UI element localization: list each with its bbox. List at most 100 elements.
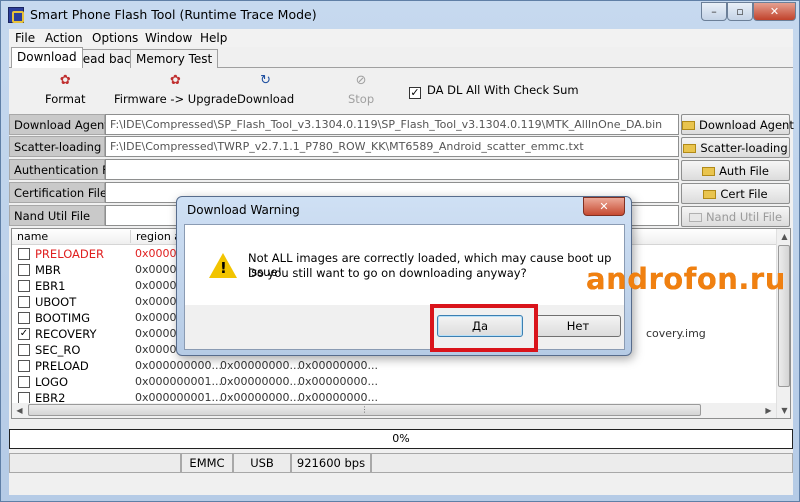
menu-options[interactable]: Options <box>92 31 138 45</box>
firmware-upgrade-button[interactable]: ✿ Firmware -> Upgrade <box>114 73 237 106</box>
scroll-left-icon[interactable]: ◀ <box>12 403 27 418</box>
auth-file-label: Authentication File <box>9 159 121 180</box>
cert-file-label: Certification File <box>9 182 107 203</box>
scatter-file-field[interactable]: F:\IDE\Compressed\TWRP_v2.7.1.1_P780_ROW… <box>105 136 679 157</box>
download-button[interactable]: ↻ Download <box>237 73 294 106</box>
status-storage: EMMC <box>181 453 233 473</box>
window-title: Smart Phone Flash Tool (Runtime Trace Mo… <box>30 7 317 22</box>
download-icon: ↻ <box>260 73 272 88</box>
close-button[interactable]: ✕ <box>753 2 796 21</box>
vertical-scrollbar[interactable]: ▲ ▼ <box>776 229 790 418</box>
file-location: covery.img <box>646 327 706 340</box>
partition-name: RECOVERY <box>35 327 97 341</box>
scroll-down-icon[interactable]: ▼ <box>777 403 790 418</box>
row-checkbox[interactable] <box>18 280 30 292</box>
status-connection: USB <box>233 453 291 473</box>
stop-button[interactable]: ⊘ Stop <box>348 73 374 106</box>
partition-name: BOOTIMG <box>35 311 91 325</box>
row-checkbox[interactable] <box>18 312 30 324</box>
nand-util-file-label: Nand Util File <box>9 205 105 226</box>
table-row[interactable]: PRELOAD 0x000000000... 0x00000000... 0x0000… <box>12 358 776 374</box>
download-agent-button[interactable]: Download Agent <box>681 114 794 135</box>
menu-help[interactable]: Help <box>200 31 227 45</box>
da-checksum-checkbox[interactable]: ✓ DA DL All With Check Sum <box>409 83 579 99</box>
end-address: 0x00000000... <box>298 375 378 388</box>
app-icon <box>8 7 24 23</box>
row-checkbox[interactable] <box>18 264 30 276</box>
dialog-message-line2: Do you still want to go on downloading a… <box>248 266 527 280</box>
warning-icon: ! <box>209 253 237 278</box>
partition-name: UBOOT <box>35 295 77 309</box>
firmware-upgrade-label: Firmware -> Upgrade <box>114 92 237 106</box>
row-checkbox[interactable] <box>18 344 30 356</box>
scatter-loading-button-label: Scatter-loading <box>700 141 788 155</box>
status-bar: EMMC USB 921600 bps <box>9 453 793 475</box>
dialog-body: ! Not ALL images are correctly loaded, w… <box>184 224 625 350</box>
dialog-message-area: ! Not ALL images are correctly loaded, w… <box>185 225 624 305</box>
row-checkbox[interactable] <box>18 376 30 388</box>
nand-util-file-button[interactable]: Nand Util File <box>681 206 790 227</box>
progress-bar: 0% <box>9 429 793 449</box>
scatter-file-label: Scatter-loading File <box>9 136 124 157</box>
stop-label: Stop <box>348 92 375 106</box>
format-icon: ✿ <box>59 73 71 88</box>
watermark: androfon.ru <box>586 262 786 296</box>
da-checksum-label: DA DL All With Check Sum <box>427 83 579 97</box>
folder-icon <box>702 167 716 176</box>
scroll-right-icon[interactable]: ▶ <box>761 403 776 418</box>
region-address: 0x000000000... <box>135 359 222 372</box>
begin-address: 0x00000000... <box>220 375 300 388</box>
download-agent-label: Download Agent <box>9 114 109 135</box>
status-cell-5 <box>371 453 793 473</box>
folder-icon <box>683 144 697 153</box>
maximize-button[interactable]: ▫ <box>727 2 753 21</box>
minimize-button[interactable]: – <box>701 2 727 21</box>
format-button[interactable]: ✿ Format <box>45 73 86 106</box>
partition-name: LOGO <box>35 375 69 389</box>
menu-bar: File Action Options Window Help <box>9 29 793 47</box>
dialog-title: Download Warning <box>187 203 300 217</box>
download-agent-field[interactable]: F:\IDE\Compressed\SP_Flash_Tool_v3.1304.… <box>105 114 679 135</box>
scatter-loading-button[interactable]: Scatter-loading <box>681 137 790 158</box>
nand-util-file-button-label: Nand Util File <box>705 210 783 224</box>
folder-icon <box>703 190 717 199</box>
download-agent-button-label: Download Agent <box>699 118 794 132</box>
folder-icon <box>682 121 695 130</box>
tab-memory-test[interactable]: Memory Test <box>130 49 219 68</box>
menu-action[interactable]: Action <box>45 31 83 45</box>
begin-address: 0x00000000... <box>220 359 300 372</box>
row-checkbox[interactable]: ✓ <box>18 328 30 340</box>
download-warning-dialog: Download Warning ✕ ! Not ALL images are … <box>176 196 632 356</box>
row-checkbox[interactable] <box>18 360 30 372</box>
download-label: Download <box>237 92 295 106</box>
horizontal-scroll-thumb[interactable]: ⋮ <box>28 404 701 416</box>
partition-name: EBR1 <box>35 279 66 293</box>
partition-name: PRELOAD <box>35 359 89 373</box>
folder-icon <box>688 213 702 222</box>
checkbox-checked-icon: ✓ <box>409 86 421 99</box>
cert-file-button-label: Cert File <box>720 187 768 201</box>
menu-file[interactable]: File <box>15 31 35 45</box>
no-button[interactable]: Нет <box>535 315 621 337</box>
row-checkbox[interactable] <box>18 296 30 308</box>
horizontal-scrollbar[interactable]: ◀ ⋮ ▶ <box>12 403 776 418</box>
auth-file-field[interactable] <box>105 159 679 180</box>
partition-name: MBR <box>35 263 61 277</box>
region-address: 0x000000001... <box>135 375 222 388</box>
dialog-close-button[interactable]: ✕ <box>583 197 625 216</box>
partition-name: PRELOADER <box>35 247 105 261</box>
column-header-name[interactable]: name <box>12 230 48 243</box>
title-bar: Smart Phone Flash Tool (Runtime Trace Mo… <box>1 1 800 29</box>
end-address: 0x00000000... <box>298 359 378 372</box>
progress-text: 0% <box>392 432 410 445</box>
table-row[interactable]: LOGO 0x000000001... 0x00000000... 0x0000000… <box>12 374 776 390</box>
auth-file-button-label: Auth File <box>719 164 769 178</box>
auth-file-button[interactable]: Auth File <box>681 160 790 181</box>
stop-icon: ⊘ <box>355 73 367 88</box>
row-checkbox[interactable] <box>18 248 30 260</box>
tab-download[interactable]: Download <box>11 47 83 68</box>
cert-file-button[interactable]: Cert File <box>681 183 790 204</box>
scroll-up-icon[interactable]: ▲ <box>777 229 790 244</box>
menu-window[interactable]: Window <box>145 31 192 45</box>
format-label: Format <box>45 92 86 106</box>
